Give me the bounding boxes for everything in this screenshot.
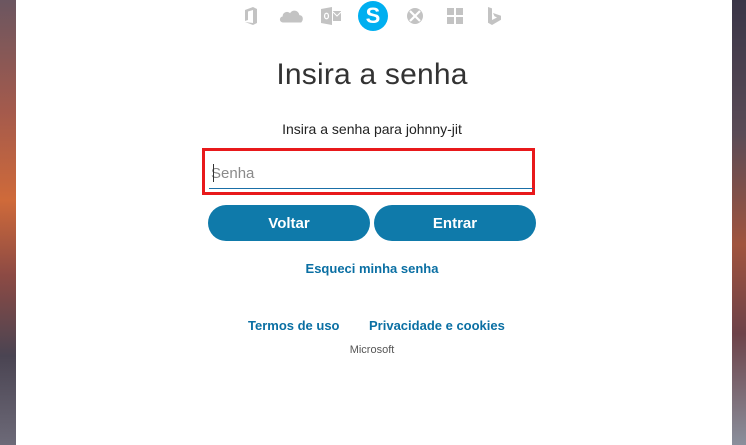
microsoft-brand: Microsoft: [349, 344, 395, 356]
onedrive-icon[interactable]: [278, 3, 304, 29]
login-window: S Insira a senha Insira a senha para joh…: [16, 0, 732, 445]
sign-in-button[interactable]: Entrar: [374, 205, 536, 241]
office-icon[interactable]: [238, 3, 264, 29]
service-icons-bar: S: [238, 0, 508, 32]
text-caret: [213, 164, 214, 182]
desktop-wallpaper-left: [0, 0, 16, 445]
password-input[interactable]: [209, 158, 533, 189]
page-subtitle: Insira a senha para johnny-jit: [282, 121, 462, 137]
desktop-wallpaper-right: [732, 0, 746, 445]
xbox-icon[interactable]: [402, 3, 428, 29]
outlook-icon[interactable]: [318, 3, 344, 29]
terms-link[interactable]: Termos de uso: [248, 318, 340, 333]
page-title: Insira a senha: [276, 58, 468, 91]
bing-icon[interactable]: [482, 3, 508, 29]
skype-icon[interactable]: S: [358, 1, 388, 31]
windows-icon[interactable]: [442, 3, 468, 29]
forgot-password-link[interactable]: Esqueci minha senha: [16, 261, 728, 276]
privacy-link[interactable]: Privacidade e cookies: [369, 318, 505, 333]
back-button[interactable]: Voltar: [208, 205, 370, 241]
